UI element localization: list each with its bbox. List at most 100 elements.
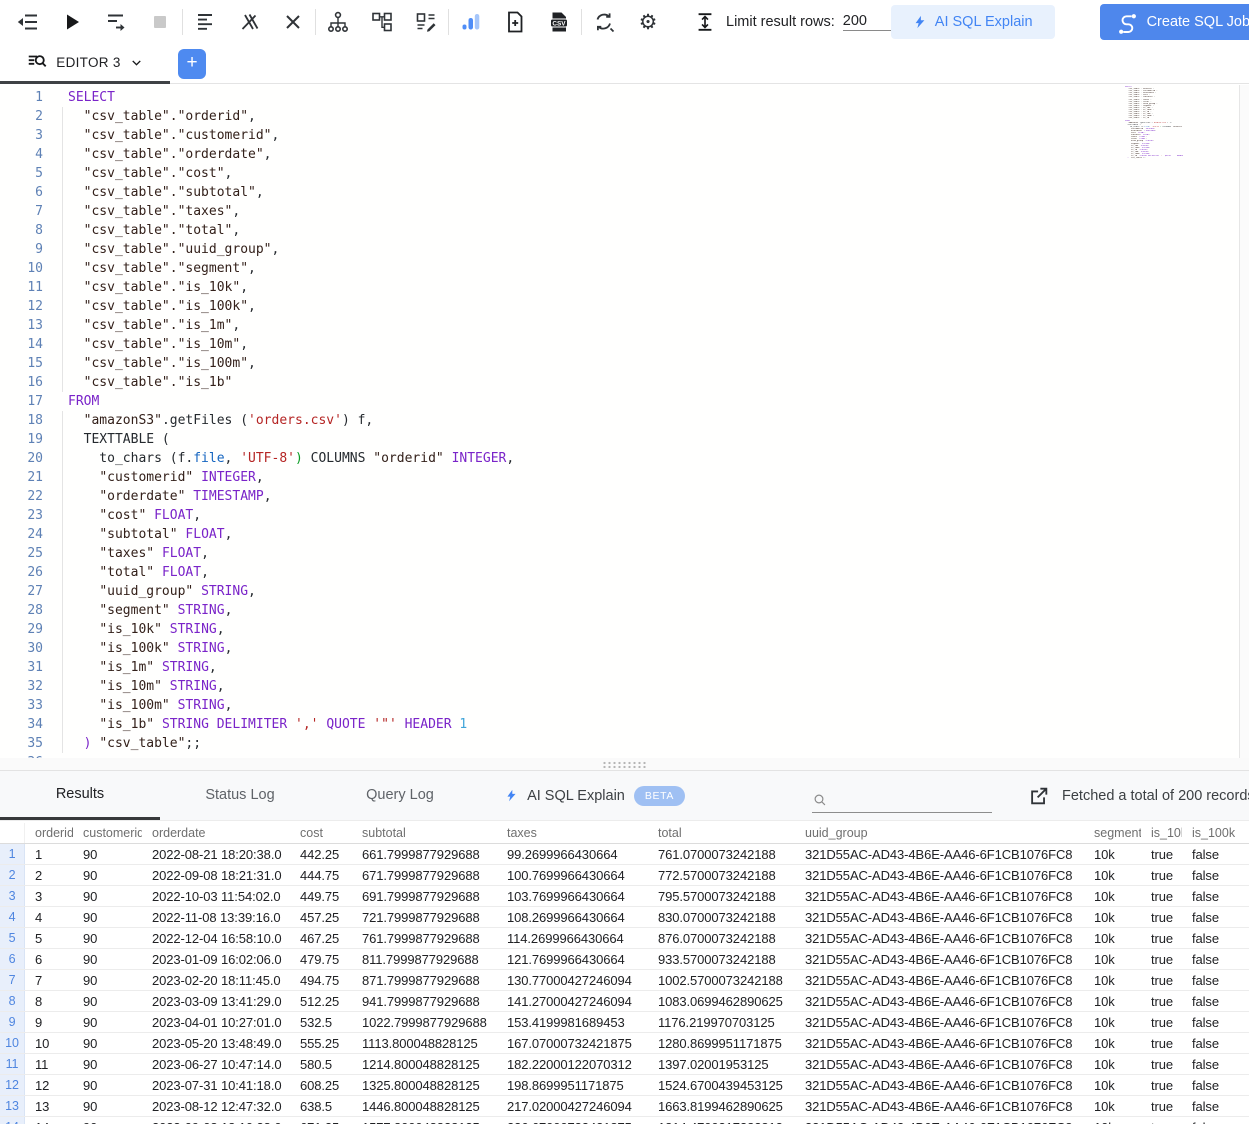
code-line[interactable]: 7 "csv_table"."taxes", bbox=[0, 202, 1239, 221]
table-row[interactable]: 22902022-09-08 18:21:31.0444.75671.79998… bbox=[0, 865, 1249, 886]
refresh-results-button[interactable] bbox=[582, 0, 626, 44]
code-line[interactable]: 24 "subtotal" FLOAT, bbox=[0, 525, 1239, 544]
table-cell: 2 bbox=[25, 865, 73, 885]
gear-icon: ⚙ bbox=[639, 12, 658, 33]
table-row[interactable]: 1414902023-09-08 18:10:38.0671.251577.80… bbox=[0, 1117, 1249, 1124]
code-line[interactable]: 18 "amazonS3".getFiles ('orders.csv') f, bbox=[0, 411, 1239, 430]
code-line[interactable]: 29 "is_10k" STRING, bbox=[0, 620, 1239, 639]
add-editor-tab-button[interactable]: + bbox=[178, 49, 206, 79]
code-line[interactable]: 20 to_chars (f.file, 'UTF-8') COLUMNS "o… bbox=[0, 449, 1239, 468]
code-line[interactable]: 17FROM bbox=[0, 392, 1239, 411]
execution-plan-button[interactable] bbox=[360, 0, 404, 44]
table-row[interactable]: 88902023-03-09 13:41:29.0512.25941.79998… bbox=[0, 991, 1249, 1012]
create-sql-job-button[interactable]: Create SQL Job bbox=[1100, 4, 1249, 40]
tab-query-log[interactable]: Query Log bbox=[320, 771, 480, 820]
code-line[interactable]: 28 "segment" STRING, bbox=[0, 601, 1239, 620]
code-line[interactable]: 2 "csv_table"."orderid", bbox=[0, 107, 1239, 126]
code-line[interactable]: 1SELECT bbox=[0, 88, 1239, 107]
table-cell: 1002.5700073242188 bbox=[648, 970, 795, 990]
table-row[interactable]: 44902022-11-08 13:39:16.0457.25721.79998… bbox=[0, 907, 1249, 928]
code-line[interactable]: 30 "is_100k" STRING, bbox=[0, 639, 1239, 658]
run-selected-button[interactable] bbox=[94, 0, 138, 44]
table-row[interactable]: 1111902023-06-27 10:47:14.0580.51214.800… bbox=[0, 1054, 1249, 1075]
table-cell: 772.5700073242188 bbox=[648, 865, 795, 885]
code-line[interactable]: 9 "csv_table"."uuid_group", bbox=[0, 240, 1239, 259]
table-row[interactable]: 99902023-04-01 10:27:01.0532.51022.79998… bbox=[0, 1012, 1249, 1033]
table-cell: true bbox=[1141, 949, 1182, 969]
format-sql-button[interactable] bbox=[183, 0, 227, 44]
tab-status-log[interactable]: Status Log bbox=[160, 771, 320, 820]
code-line[interactable]: 14 "csv_table"."is_10m", bbox=[0, 335, 1239, 354]
code-line[interactable]: 12 "csv_table"."is_100k", bbox=[0, 297, 1239, 316]
table-cell: 90 bbox=[73, 886, 142, 906]
clear-editor-button[interactable] bbox=[271, 0, 315, 44]
collapse-editor-button[interactable] bbox=[6, 0, 50, 44]
code-line[interactable]: 19 TEXTTABLE ( bbox=[0, 430, 1239, 449]
table-cell: 661.7999877929688 bbox=[352, 844, 497, 864]
new-file-button[interactable] bbox=[493, 0, 537, 44]
tab-ai-sql-explain[interactable]: AI SQL Explain BETA bbox=[480, 771, 710, 820]
run-selected-icon bbox=[104, 10, 128, 34]
table-cell: 198.8699951171875 bbox=[497, 1075, 648, 1095]
table-row[interactable]: 33902022-10-03 11:54:02.0449.75691.79998… bbox=[0, 886, 1249, 907]
table-cell: 103.7699966430664 bbox=[497, 886, 648, 906]
table-row[interactable]: 55902022-12-04 16:58:10.0467.25761.79998… bbox=[0, 928, 1249, 949]
table-cell: false bbox=[1182, 1075, 1249, 1095]
explain-plan-button[interactable] bbox=[316, 0, 360, 44]
code-line[interactable]: 15 "csv_table"."is_100m", bbox=[0, 354, 1239, 373]
table-cell: 167.07000732421875 bbox=[497, 1033, 648, 1053]
code-line[interactable]: 6 "csv_table"."subtotal", bbox=[0, 183, 1239, 202]
table-row[interactable]: 77902023-02-20 18:11:45.0494.75871.79998… bbox=[0, 970, 1249, 991]
export-csv-button[interactable]: CSV bbox=[537, 0, 581, 44]
code-line[interactable]: 8 "csv_table"."total", bbox=[0, 221, 1239, 240]
code-line[interactable]: 16 "csv_table"."is_1b" bbox=[0, 373, 1239, 392]
limit-rows-input[interactable] bbox=[843, 13, 891, 31]
editor-scrollbar[interactable] bbox=[1239, 85, 1249, 758]
tab-editor-3[interactable]: EDITOR 3 bbox=[0, 44, 170, 84]
code-line[interactable]: 10 "csv_table"."segment", bbox=[0, 259, 1239, 278]
column-header: orderdate bbox=[142, 823, 290, 843]
table-row[interactable]: 1313902023-08-12 12:47:32.0638.51446.800… bbox=[0, 1096, 1249, 1117]
tree-icon bbox=[326, 10, 350, 34]
table-cell: false bbox=[1182, 844, 1249, 864]
code-line[interactable]: 34 "is_1b" STRING DELIMITER ',' QUOTE '"… bbox=[0, 715, 1239, 734]
table-row[interactable]: 11902022-08-21 18:20:38.0442.25661.79998… bbox=[0, 844, 1249, 865]
settings-button[interactable]: ⚙ bbox=[626, 0, 670, 44]
run-query-button[interactable] bbox=[50, 0, 94, 44]
code-line[interactable]: 3 "csv_table"."customerid", bbox=[0, 126, 1239, 145]
table-row[interactable]: 1010902023-05-20 13:48:49.0555.251113.80… bbox=[0, 1033, 1249, 1054]
code-line[interactable]: 33 "is_100m" STRING, bbox=[0, 696, 1239, 715]
table-cell: 467.25 bbox=[290, 928, 352, 948]
chevron-down-icon[interactable] bbox=[129, 55, 144, 70]
code-line[interactable]: 32 "is_10m" STRING, bbox=[0, 677, 1239, 696]
code-line[interactable]: 21 "customerid" INTEGER, bbox=[0, 468, 1239, 487]
chart-view-button[interactable] bbox=[449, 0, 493, 44]
minimap[interactable]: SELECT "csv_table"."orderid", "csv_table… bbox=[1125, 86, 1183, 206]
bar-chart-icon bbox=[459, 10, 483, 34]
open-results-window-button[interactable] bbox=[1028, 785, 1050, 807]
code-line[interactable]: 25 "taxes" FLOAT, bbox=[0, 544, 1239, 563]
code-line[interactable]: 23 "cost" FLOAT, bbox=[0, 506, 1239, 525]
code-line[interactable]: 31 "is_1m" STRING, bbox=[0, 658, 1239, 677]
table-row[interactable]: 66902023-01-09 16:02:06.0479.75811.79998… bbox=[0, 949, 1249, 970]
ai-sql-explain-button[interactable]: AI SQL Explain bbox=[891, 5, 1055, 39]
code-line[interactable]: 4 "csv_table"."orderdate", bbox=[0, 145, 1239, 164]
sql-editor[interactable]: 1SELECT2 "csv_table"."orderid",3 "csv_ta… bbox=[0, 85, 1239, 758]
limit-rows-group: Limit result rows: bbox=[694, 10, 891, 34]
table-cell: false bbox=[1182, 949, 1249, 969]
code-line[interactable]: 35 ) "csv_table";; bbox=[0, 734, 1239, 753]
code-line[interactable]: 27 "uuid_group" STRING, bbox=[0, 582, 1239, 601]
tab-results[interactable]: Results bbox=[0, 771, 160, 820]
toggle-comment-button[interactable] bbox=[227, 0, 271, 44]
table-row[interactable]: 1212902023-07-31 10:41:18.0608.251325.80… bbox=[0, 1075, 1249, 1096]
code-line[interactable]: 11 "csv_table"."is_10k", bbox=[0, 278, 1239, 297]
column-header: is_10k bbox=[1141, 823, 1182, 843]
results-search-input[interactable] bbox=[834, 793, 984, 808]
code-line[interactable]: 5 "csv_table"."cost", bbox=[0, 164, 1239, 183]
code-line[interactable]: 22 "orderdate" TIMESTAMP, bbox=[0, 487, 1239, 506]
code-line[interactable]: 13 "csv_table"."is_1m", bbox=[0, 316, 1239, 335]
code-line[interactable]: 26 "total" FLOAT, bbox=[0, 563, 1239, 582]
table-cell: false bbox=[1182, 1054, 1249, 1074]
edit-plan-button[interactable] bbox=[404, 0, 448, 44]
splitter-handle[interactable] bbox=[602, 761, 648, 768]
